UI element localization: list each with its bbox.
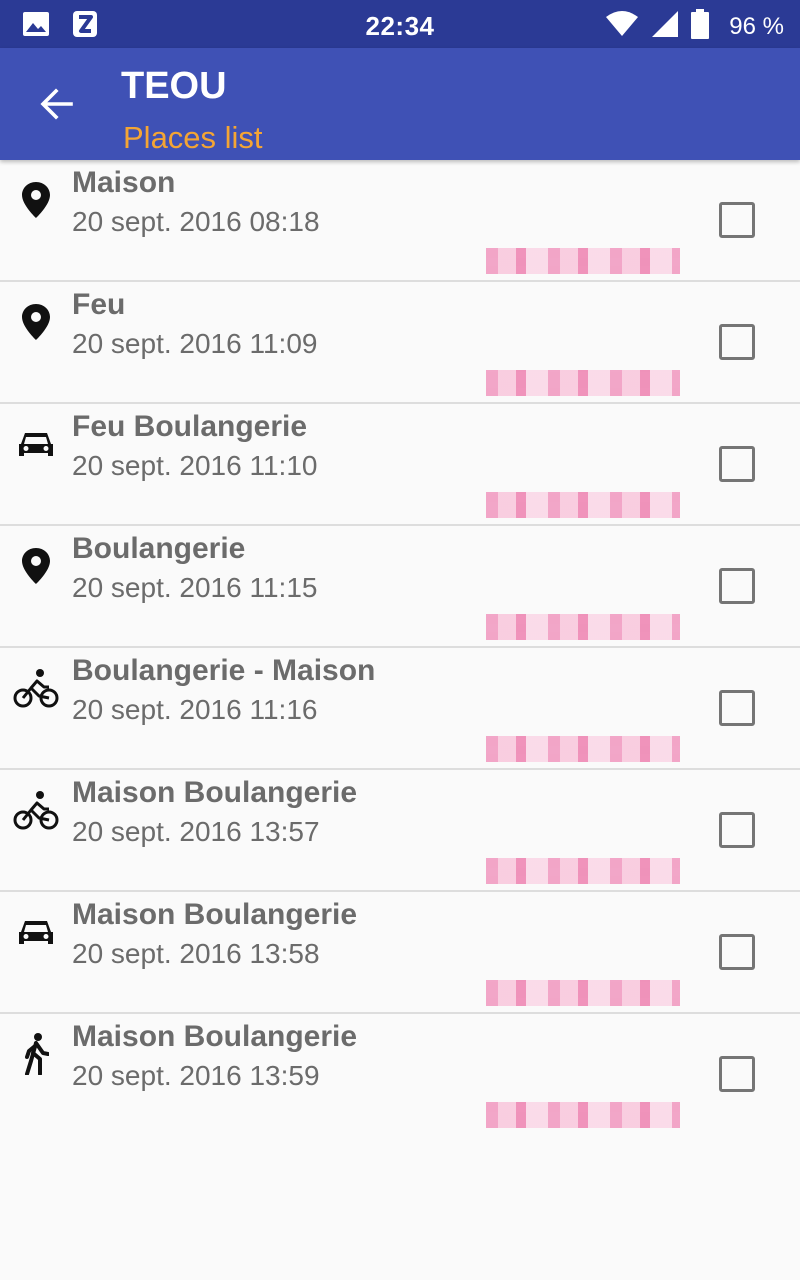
place-title: Feu Boulangerie (72, 410, 308, 443)
place-date: 20 sept. 2016 11:09 (72, 328, 318, 359)
place-marker-icon (12, 176, 60, 224)
back-button[interactable] (32, 82, 80, 130)
app-subtitle: Places list (123, 120, 263, 155)
list-item[interactable]: Maison Boulangerie 20 sept. 2016 13:58 (0, 892, 800, 1014)
place-marker-icon (12, 542, 60, 590)
place-date: 20 sept. 2016 11:16 (72, 694, 318, 725)
place-title: Maison Boulangerie (72, 898, 358, 931)
place-date: 20 sept. 2016 11:10 (72, 450, 318, 481)
system-icons: 96 % (605, 9, 784, 44)
bicycle-icon (12, 786, 60, 834)
battery-percentage: 96 % (729, 12, 784, 40)
place-checkbox[interactable] (719, 1056, 755, 1092)
places-list: Maison 20 sept. 2016 08:18 Feu 20 sept. 201… (0, 160, 800, 1134)
redacted-text (486, 492, 680, 518)
place-checkbox[interactable] (719, 690, 755, 726)
walking-icon (12, 1030, 60, 1078)
place-checkbox[interactable] (719, 324, 755, 360)
place-checkbox[interactable] (719, 568, 755, 604)
app-title: TEOU (121, 65, 227, 107)
redacted-text (486, 980, 680, 1006)
list-item[interactable]: Maison Boulangerie 20 sept. 2016 13:57 (0, 770, 800, 892)
car-icon (12, 908, 60, 956)
app-bar: TEOU Places list (0, 48, 800, 160)
place-date: 20 sept. 2016 08:18 (72, 206, 320, 237)
redacted-text (486, 736, 680, 762)
place-title: Maison (72, 166, 176, 199)
place-title: Boulangerie - Maison (72, 654, 376, 687)
bicycle-icon (12, 664, 60, 712)
place-title: Feu (72, 288, 126, 321)
place-title: Maison Boulangerie (72, 776, 358, 809)
place-checkbox[interactable] (719, 934, 755, 970)
place-date: 20 sept. 2016 13:58 (72, 938, 320, 969)
place-title: Maison Boulangerie (72, 1020, 358, 1053)
list-item[interactable]: Maison 20 sept. 2016 08:18 (0, 160, 800, 282)
list-item[interactable]: Feu Boulangerie 20 sept. 2016 11:10 (0, 404, 800, 526)
list-item[interactable]: Feu 20 sept. 2016 11:09 (0, 282, 800, 404)
status-bar: 22:34 96 % (0, 0, 800, 48)
place-checkbox[interactable] (719, 446, 755, 482)
list-item[interactable]: Boulangerie - Maison 20 sept. 2016 11:16 (0, 648, 800, 770)
redacted-text (486, 858, 680, 884)
list-item[interactable]: Boulangerie 20 sept. 2016 11:15 (0, 526, 800, 648)
redacted-text (486, 248, 680, 274)
place-date: 20 sept. 2016 13:57 (72, 816, 320, 847)
place-date: 20 sept. 2016 13:59 (72, 1060, 320, 1091)
redacted-text (486, 370, 680, 396)
arrow-back-icon (38, 86, 74, 127)
place-title: Boulangerie (72, 532, 246, 565)
redacted-text (486, 1102, 680, 1128)
redacted-text (486, 614, 680, 640)
place-date: 20 sept. 2016 11:15 (72, 572, 318, 603)
place-checkbox[interactable] (719, 202, 755, 238)
place-marker-icon (12, 298, 60, 346)
place-checkbox[interactable] (719, 812, 755, 848)
battery-icon (691, 9, 710, 44)
wifi-icon (605, 11, 639, 42)
cell-signal-icon (651, 10, 679, 43)
car-icon (12, 420, 60, 468)
list-item[interactable]: Maison Boulangerie 20 sept. 2016 13:59 (0, 1014, 800, 1134)
